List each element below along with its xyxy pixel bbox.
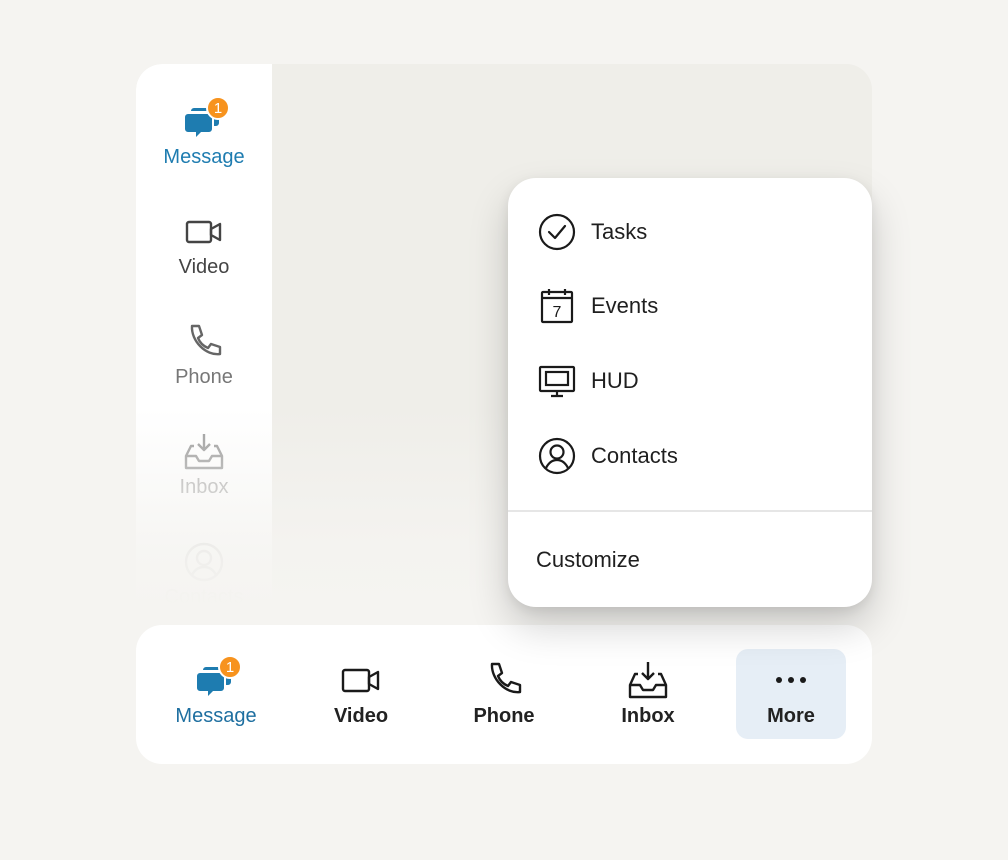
rail-item-label: Contacts xyxy=(164,586,244,608)
nav-item-inbox[interactable]: Inbox xyxy=(593,649,703,739)
menu-item-label: HUD xyxy=(591,368,639,393)
menu-divider xyxy=(508,510,872,512)
menu-item-label: Events xyxy=(591,293,659,318)
rail-item-contacts[interactable]: Contacts xyxy=(136,540,272,608)
rail-item-label: Inbox xyxy=(179,476,229,498)
nav-item-video[interactable]: Video xyxy=(306,649,416,739)
rail-item-label: Phone xyxy=(175,366,233,388)
nav-item-label: Message xyxy=(175,705,257,727)
video-icon xyxy=(182,210,226,254)
inbox-icon xyxy=(182,430,226,474)
unread-badge: 1 xyxy=(218,655,242,679)
rail-item-phone[interactable]: Phone xyxy=(136,320,272,410)
unread-badge: 1 xyxy=(206,96,230,120)
rail-item-label: Message xyxy=(163,146,245,168)
menu-item-events[interactable]: 7 Events xyxy=(508,274,872,338)
monitor-icon xyxy=(537,361,577,401)
nav-item-label: Inbox xyxy=(621,705,675,727)
menu-item-hud[interactable]: HUD xyxy=(508,349,872,413)
nav-item-phone[interactable]: Phone xyxy=(449,649,559,739)
check-circle-icon xyxy=(537,212,577,252)
menu-item-contacts[interactable]: Contacts xyxy=(508,424,872,488)
rail-item-video[interactable]: Video xyxy=(136,210,272,300)
customize-button[interactable]: Customize xyxy=(508,528,872,592)
contacts-icon xyxy=(182,540,226,584)
menu-item-label: Tasks xyxy=(591,219,648,244)
customize-label: Customize xyxy=(536,547,640,572)
message-icon: 1 xyxy=(182,96,230,144)
more-menu-popup: Tasks 7 Events HUD Contacts Customize xyxy=(508,178,872,607)
rail-item-inbox[interactable]: Inbox xyxy=(136,430,272,520)
calendar-day-number: 7 xyxy=(553,304,562,321)
message-icon: 1 xyxy=(194,655,242,703)
menu-item-tasks[interactable]: Tasks xyxy=(508,200,872,264)
calendar-icon: 7 xyxy=(537,286,577,326)
nav-item-label: More xyxy=(767,705,815,727)
side-rail: 1 Message Video Phone Inbox Contacts xyxy=(136,64,272,608)
menu-item-label: Contacts xyxy=(591,443,678,468)
nav-item-label: Phone xyxy=(473,705,535,727)
phone-icon xyxy=(182,320,226,364)
rail-item-label: Video xyxy=(178,256,230,278)
nav-item-message[interactable]: 1 Message xyxy=(161,649,271,739)
nav-item-more[interactable]: More xyxy=(736,649,846,739)
phone-icon xyxy=(482,659,526,703)
rail-item-message[interactable]: 1 Message xyxy=(136,96,272,190)
contacts-icon xyxy=(537,436,577,476)
inbox-icon xyxy=(626,659,670,703)
bottom-nav-bar: 1 Message Video Phone Inbox More xyxy=(136,625,872,764)
nav-item-label: Video xyxy=(333,705,389,727)
video-icon xyxy=(339,659,383,703)
more-icon xyxy=(769,659,813,703)
